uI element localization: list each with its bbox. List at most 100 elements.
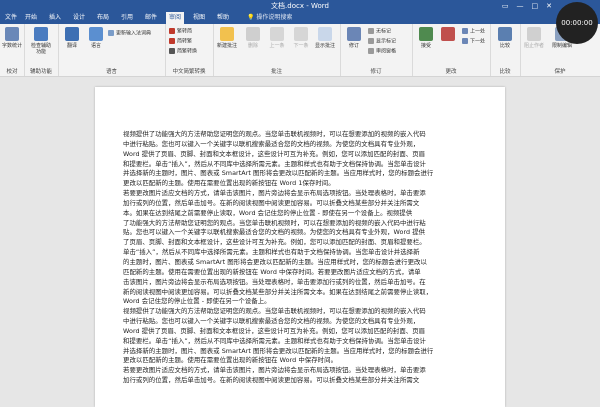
document-line: 并选择新的主题时，图片、图表或 SmartArt 图形将会更改以匹配新的主题。当… [123,169,434,178]
group-chinese-conversion: 繁转简 简转繁 简繁转换 中文简繁转换 [165,24,214,76]
tab-insert[interactable]: 插入 [46,12,64,24]
tab-view[interactable]: 视图 [190,12,208,24]
group-label: 校对 [6,69,18,75]
simp-to-trad-button[interactable]: 简转繁 [169,38,192,46]
group-label: 语言 [105,69,117,75]
reject-icon [441,27,455,41]
document-line: 单击“插入”，然后从不同库中选择所需元素。主题和样式也有助于文档保持协调。当您单… [123,248,420,257]
accept-button[interactable]: 接受 [414,27,438,49]
group-label: 保护 [554,69,566,75]
tell-me-search[interactable]: 💡 操作说明搜索 [244,12,295,24]
group-label: 中文简繁转换 [172,69,206,75]
tab-mailings[interactable]: 邮件 [142,12,160,24]
dictionary-icon [108,30,114,36]
group-proofing: 字数统计 校对 [0,24,25,76]
pane-icon [368,48,374,54]
group-compare: 比较 比较 [490,24,521,76]
previous-change-button[interactable]: 上一处 [462,28,485,36]
document-page[interactable]: 视频提供了功能强大的方法帮助您证明您的观点。当您单击联机视频时，可以在想要添加的… [95,87,505,407]
comment-icon [220,27,234,41]
track-changes-icon [347,27,361,41]
compare-icon [498,27,512,41]
ribbon-display-button[interactable]: ▭ [502,0,509,12]
document-line: 并选择新的主题时，图片、图表或 SmartArt 图形将会更改以匹配新的主题。当… [123,346,434,355]
group-tracking: 修订 无标记 显示标记 审阅窗格 修订 [340,24,413,76]
ribbon-tabs: 文件 开始 插入 设计 布局 引用 邮件 审阅 视图 帮助 💡 操作说明搜索 [0,12,600,24]
delete-icon [246,27,260,41]
show-markup-button[interactable]: 显示标记 [368,38,396,46]
trad-to-simp-button[interactable]: 繁转简 [169,28,192,36]
document-line: Word 提供了页眉、页脚、封面和文本框设计，这些设计可互为补充。例如，您可以添… [123,326,426,335]
document-line: 新的阅读视图中阅读更加容易。可以折叠文档某些部分并关注所需文本。如果在达到结尾之… [123,287,433,296]
document-line: 中进行粘贴。您也可以键入一个关键字以联机搜索最适合您的文档的视频。为使您的文档具… [123,139,420,148]
update-ime-dictionary-button[interactable]: 更新输入法词典 [108,30,151,38]
word-count-button[interactable]: 字数统计 [0,27,24,49]
document-line: Word 会记住您的停止位置 - 即使在另一个设备上。 [123,297,271,306]
recording-timer: 00:00:00 [556,2,598,44]
tab-review[interactable]: 审阅 [166,12,185,24]
reject-button[interactable] [436,27,460,43]
tab-home[interactable]: 开始 [22,12,40,24]
convert-icon [169,28,175,34]
tab-help[interactable]: 帮助 [214,12,232,24]
document-line: 视频提供了功能强大的方法帮助您证明您的观点。当您单击联机视频时，可以在想要添加的… [123,130,426,138]
show-comments-button[interactable]: 显示批注 [313,27,337,49]
compare-button[interactable]: 比较 [493,27,517,49]
document-body[interactable]: 视频提供了功能强大的方法帮助您证明您的观点。当您单击联机视频时，可以在想要添加的… [123,130,478,386]
tab-references[interactable]: 引用 [118,12,136,24]
document-line: 匹配新的主题。使用在需要位置出现的新按钮在 Word 中保存时间。若要更改图片适… [123,267,421,276]
lightbulb-icon: 💡 [247,14,255,21]
language-icon [89,27,103,41]
document-line: 本。如果在达到结尾之前需要停止读取，Word 会记住您的停止位置 - 即使在另一… [123,208,413,217]
convert-icon [169,38,175,44]
accessibility-icon [34,27,48,41]
document-line: 和提要栏。单击“插入”，然后从不同库中选择所需元素。主题和样式也有助于文档保持协… [123,336,426,345]
translate-icon [65,27,79,41]
document-line: 若要更改图片适应文档的方式，请单击该图片，图片旁边将会显示布局选项按钮。当处理表… [123,366,426,375]
document-line: 更改以匹配新的主题。使用在需要位置出现的新按钮在 Word 中保存时间。 [123,356,338,365]
tab-design[interactable]: 设计 [70,12,88,24]
delete-comment-button[interactable]: 删除 [241,27,265,49]
maximize-button[interactable]: □ [532,0,539,12]
show-comments-icon [318,27,332,41]
group-label: 批注 [270,69,282,75]
track-changes-button[interactable]: 修订 [342,27,366,49]
language-button[interactable]: 语言 [84,27,108,49]
group-label: 比较 [499,69,511,75]
document-line: 了功能强大的方法帮助您证明您的观点。当您单击联机视频时，可以在想要添加的视频的嵌… [123,218,426,227]
translate-button[interactable]: 翻译 [60,27,84,49]
markup-mode-select[interactable]: 无标记 [368,28,391,36]
close-button[interactable]: ✕ [546,0,552,12]
tab-file[interactable]: 文件 [2,12,20,24]
new-comment-button[interactable]: 新建批注 [215,27,239,49]
block-authors-icon [527,27,541,41]
minimize-button[interactable]: — [517,0,524,12]
previous-icon [462,28,468,34]
window-controls: ▭ — □ ✕ [502,0,552,12]
document-line: 中进行粘贴。您也可以键入一个关键字以联机搜索最适合您的文档的视频。为使您的文档具… [123,317,420,326]
prev-comment-button[interactable]: 上一条 [265,27,289,49]
tab-layout[interactable]: 布局 [94,12,112,24]
show-markup-icon [368,38,374,44]
convert-icon [169,48,175,54]
group-changes: 接受 上一处 下一处 更改 [412,24,491,76]
block-authors-button[interactable]: 阻止作者 [522,27,546,49]
ribbon-review: 字数统计 校对 检查辅助功能 辅助功能 翻译 语言 更新输入法词典 语言 繁转简… [0,24,600,77]
document-workspace: 视频提供了功能强大的方法帮助您证明您的观点。当您单击联机视频时，可以在想要添加的… [0,77,600,407]
group-comments: 新建批注 删除 上一条 下一条 显示批注 批注 [213,24,341,76]
reviewing-pane-button[interactable]: 审阅窗格 [368,48,396,56]
next-comment-button[interactable]: 下一条 [289,27,313,49]
group-label: 更改 [445,69,457,75]
convert-button[interactable]: 简繁转换 [169,48,197,56]
group-accessibility: 检查辅助功能 辅助功能 [24,24,59,76]
document-line: 加行或列的位置，然后单击加号。在新的阅读视图中阅读更加容易。可以折叠文档某些部分… [123,376,420,385]
group-label: 修订 [370,69,382,75]
title-bar: 文档.docx - Word ▭ — □ ✕ [0,0,600,12]
tell-me-label: 操作说明搜索 [256,14,293,21]
document-line: 了页眉、页脚、封面和文本框设计，这些设计可互为补充。例如，您可以添加匹配的封面、… [123,238,426,247]
next-icon [294,27,308,41]
check-accessibility-button[interactable]: 检查辅助功能 [29,27,53,55]
document-line: 视频提供了功能强大的方法帮助您证明您的观点。当您单击联机视频时，可以在想要添加的… [123,307,426,316]
next-change-button[interactable]: 下一处 [462,38,485,46]
group-language: 翻译 语言 更新输入法词典 语言 [58,24,166,76]
